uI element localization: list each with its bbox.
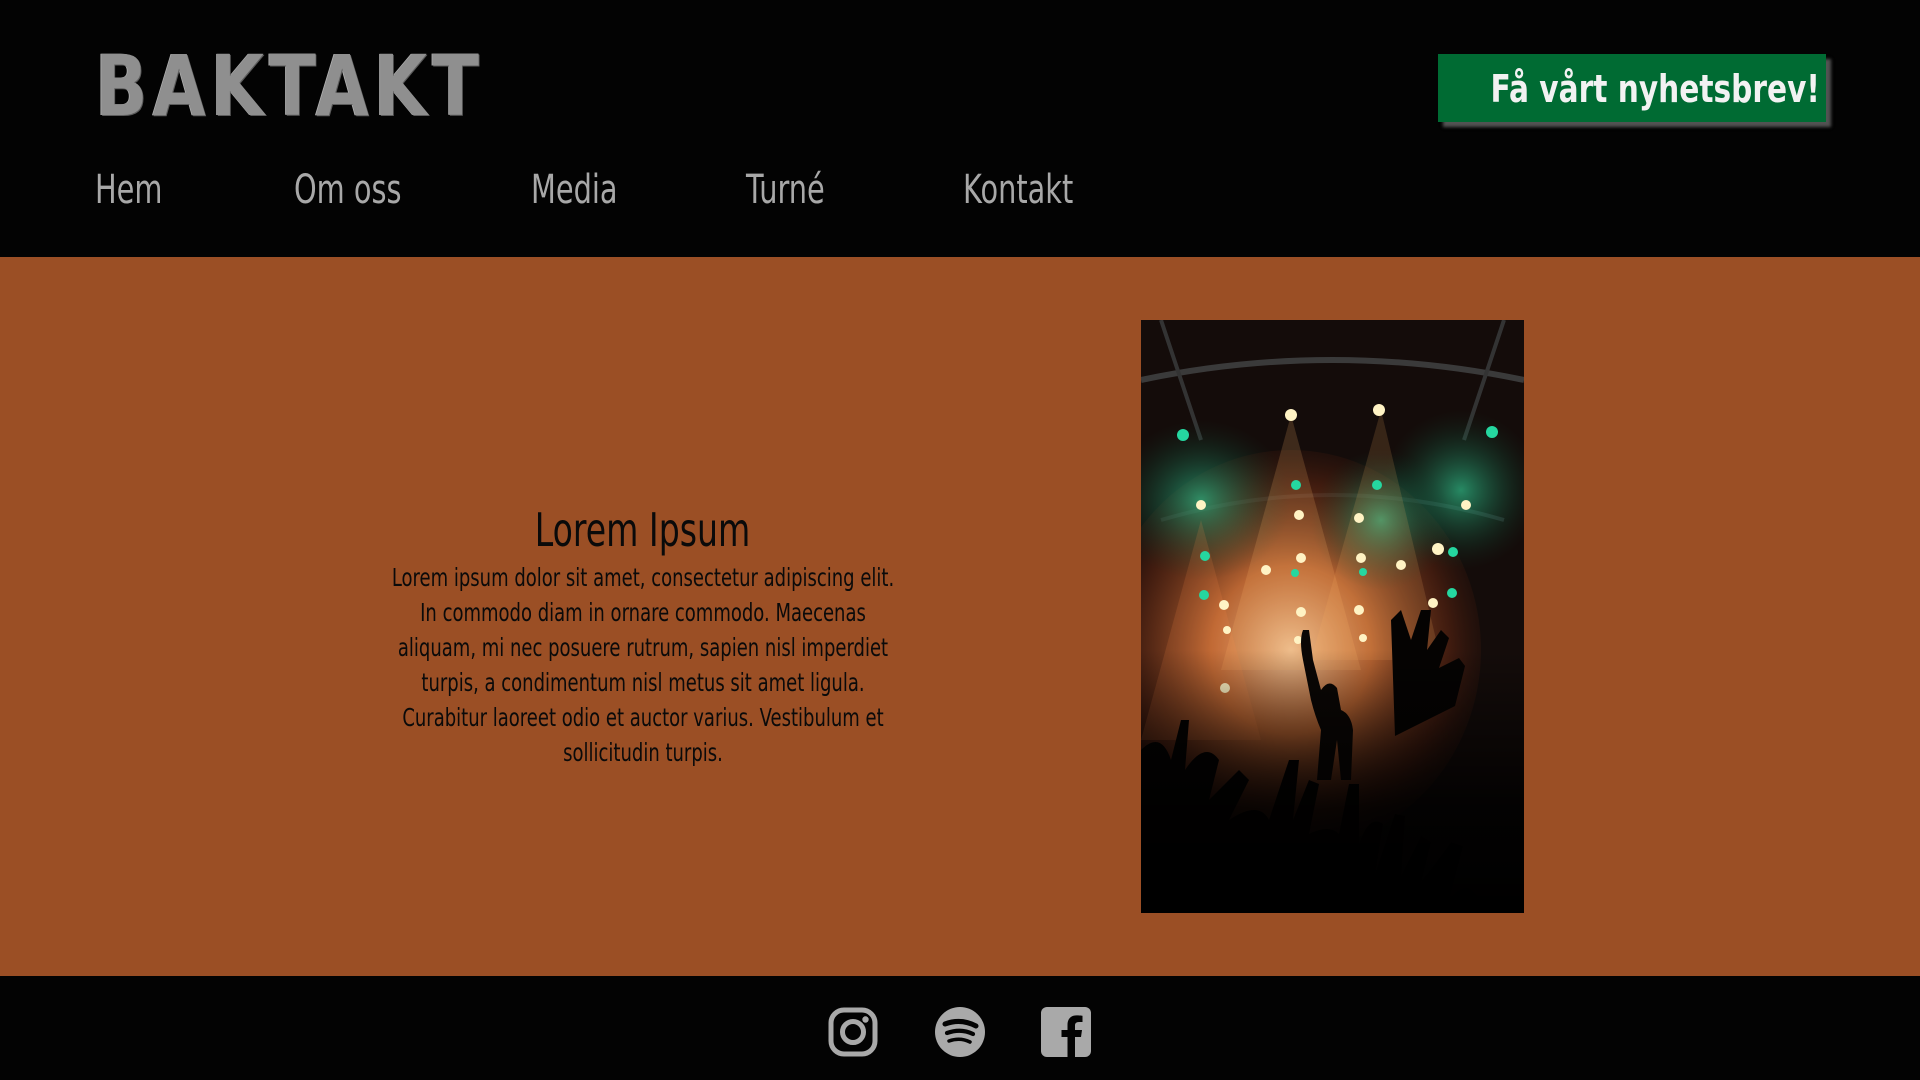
nav-item-om-oss[interactable]: Om oss (294, 160, 402, 220)
spotify-icon[interactable] (934, 1006, 986, 1058)
site-footer (0, 976, 1920, 1080)
concert-photo (1141, 320, 1524, 913)
intro-section: Lorem Ipsum Lorem ipsum dolor sit amet, … (390, 500, 895, 770)
section-body: Lorem ipsum dolor sit amet, consectetur … (391, 563, 895, 767)
nav-item-media[interactable]: Media (531, 160, 618, 220)
site-header: BAKTAKT Få vårt nyhetsbrev! Hem Om oss M… (0, 0, 1920, 257)
page: BAKTAKT Få vårt nyhetsbrev! Hem Om oss M… (0, 0, 1920, 1080)
nav-item-hem[interactable]: Hem (95, 160, 162, 220)
logo[interactable]: BAKTAKT (95, 44, 484, 128)
facebook-icon[interactable] (1040, 1006, 1092, 1058)
nav-item-turne[interactable]: Turné (746, 160, 825, 220)
newsletter-button[interactable]: Få vårt nyhetsbrev! (1438, 54, 1826, 122)
instagram-icon[interactable] (827, 1006, 879, 1058)
main-nav: Hem Om oss Media Turné Kontakt (0, 160, 1200, 220)
section-title: Lorem Ipsum (534, 503, 751, 557)
newsletter-button-label: Få vårt nyhetsbrev! (1490, 67, 1820, 111)
nav-item-kontakt[interactable]: Kontakt (963, 160, 1073, 220)
